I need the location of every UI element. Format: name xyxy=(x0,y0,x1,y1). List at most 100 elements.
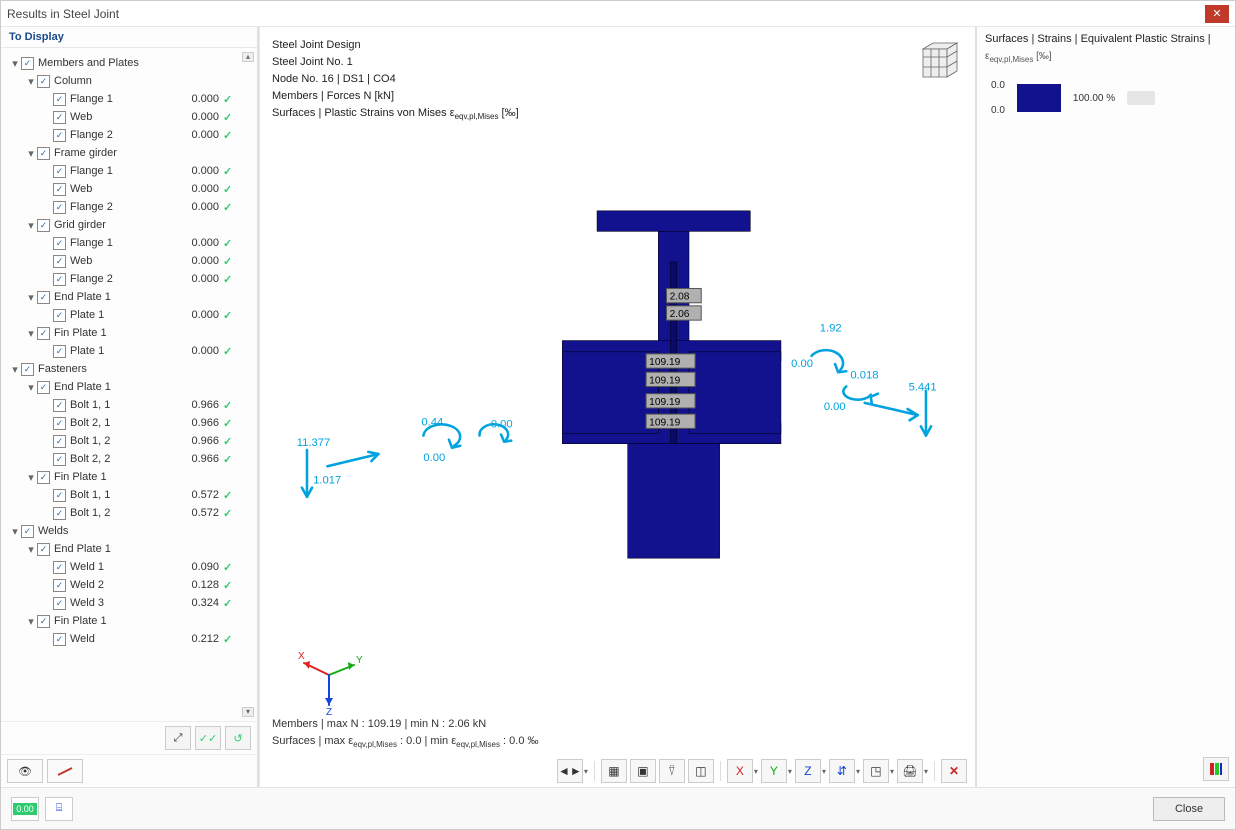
tree-row[interactable]: Web0.000✓ xyxy=(5,180,253,198)
checkbox[interactable] xyxy=(53,345,66,358)
twisty-icon[interactable]: ▾ xyxy=(25,381,37,394)
tree-row[interactable]: ▾Members and Plates xyxy=(5,54,253,72)
tb-view-menu[interactable]: ◄► xyxy=(557,759,583,783)
tree-row[interactable]: Bolt 2, 20.966✓ xyxy=(5,450,253,468)
checkbox[interactable] xyxy=(37,147,50,160)
tree-row[interactable]: Flange 10.000✓ xyxy=(5,234,253,252)
checkbox[interactable] xyxy=(21,363,34,376)
twisty-icon[interactable]: ▾ xyxy=(25,147,37,160)
tree-row[interactable]: Bolt 2, 10.966✓ xyxy=(5,414,253,432)
tree-row[interactable]: Web0.000✓ xyxy=(5,252,253,270)
tree-row[interactable]: Bolt 1, 10.966✓ xyxy=(5,396,253,414)
checkbox[interactable] xyxy=(37,219,50,232)
axes-gizmo-icon[interactable]: X Y Z xyxy=(294,647,364,717)
checkbox[interactable] xyxy=(21,57,34,70)
twisty-icon[interactable]: ▾ xyxy=(25,327,37,340)
checkbox[interactable] xyxy=(37,327,50,340)
checkbox[interactable] xyxy=(53,633,66,646)
tree-check-all-button[interactable]: ✓✓ xyxy=(195,726,221,750)
tab-display[interactable]: 👁 xyxy=(7,759,43,783)
tb-view-z[interactable]: Z xyxy=(795,759,821,783)
checkbox[interactable] xyxy=(53,417,66,430)
tree-expand-button[interactable]: ⤢ xyxy=(165,726,191,750)
checkbox[interactable] xyxy=(53,237,66,250)
tree-row[interactable]: ▾End Plate 1 xyxy=(5,378,253,396)
twisty-icon[interactable]: ▾ xyxy=(9,363,21,376)
checkbox[interactable] xyxy=(37,615,50,628)
checkbox[interactable] xyxy=(53,579,66,592)
tree-row[interactable]: ▾End Plate 1 xyxy=(5,540,253,558)
window-close-button[interactable]: ✕ xyxy=(1205,5,1229,23)
tb-reset[interactable]: ✕ xyxy=(941,759,967,783)
checkbox[interactable] xyxy=(21,525,34,538)
checkbox[interactable] xyxy=(37,471,50,484)
twisty-icon[interactable]: ▾ xyxy=(9,57,21,70)
checkbox[interactable] xyxy=(53,507,66,520)
tree-row[interactable]: ▾Fin Plate 1 xyxy=(5,468,253,486)
tree-row[interactable]: Weld 30.324✓ xyxy=(5,594,253,612)
tree-row[interactable]: Plate 10.000✓ xyxy=(5,342,253,360)
tree-row[interactable]: ▾Fin Plate 1 xyxy=(5,324,253,342)
checkbox[interactable] xyxy=(53,201,66,214)
scroll-down-icon[interactable]: ▾ xyxy=(242,707,254,717)
checkbox[interactable] xyxy=(53,111,66,124)
checkbox[interactable] xyxy=(53,489,66,502)
tree-row[interactable]: Flange 10.000✓ xyxy=(5,162,253,180)
tab-axes[interactable] xyxy=(47,759,83,783)
tree-row[interactable]: Bolt 1, 20.966✓ xyxy=(5,432,253,450)
tree-row[interactable]: Flange 10.000✓ xyxy=(5,90,253,108)
twisty-icon[interactable]: ▾ xyxy=(25,543,37,556)
checkbox[interactable] xyxy=(53,309,66,322)
checkbox[interactable] xyxy=(53,399,66,412)
tree-row[interactable]: ▾Welds xyxy=(5,522,253,540)
tb-print[interactable]: 🖨 xyxy=(897,759,923,783)
tree-row[interactable]: ▾Grid girder xyxy=(5,216,253,234)
tree-row[interactable]: Weld0.212✓ xyxy=(5,630,253,648)
checkbox[interactable] xyxy=(53,561,66,574)
tree-row[interactable]: Plate 10.000✓ xyxy=(5,306,253,324)
checkbox[interactable] xyxy=(37,381,50,394)
checkbox[interactable] xyxy=(53,129,66,142)
twisty-icon[interactable]: ▾ xyxy=(25,291,37,304)
tree-row[interactable]: Weld 10.090✓ xyxy=(5,558,253,576)
tree-row[interactable]: ▾Fin Plate 1 xyxy=(5,612,253,630)
twisty-icon[interactable]: ▾ xyxy=(9,525,21,538)
tree-uncheck-all-button[interactable]: ↺ xyxy=(225,726,251,750)
twisty-icon[interactable]: ▾ xyxy=(25,615,37,628)
checkbox[interactable] xyxy=(53,93,66,106)
checkbox[interactable] xyxy=(37,291,50,304)
tree-row[interactable]: ▾Frame girder xyxy=(5,144,253,162)
tree-row[interactable]: Bolt 1, 10.572✓ xyxy=(5,486,253,504)
checkbox[interactable] xyxy=(53,255,66,268)
tb-render-mode[interactable]: ◳ xyxy=(863,759,889,783)
tb-show-supports[interactable]: ▣ xyxy=(630,759,656,783)
checkbox[interactable] xyxy=(53,183,66,196)
viewport[interactable]: Steel Joint Design Steel Joint No. 1 Nod… xyxy=(259,27,977,787)
twisty-icon[interactable]: ▾ xyxy=(25,75,37,88)
tree-row[interactable]: Weld 20.128✓ xyxy=(5,576,253,594)
footer-units-button[interactable]: 0.00 xyxy=(11,797,39,821)
tb-view-y[interactable]: Y xyxy=(761,759,787,783)
checkbox[interactable] xyxy=(53,435,66,448)
tb-view-iso[interactable]: ⇵ xyxy=(829,759,855,783)
tree-row[interactable]: ▾Fasteners xyxy=(5,360,253,378)
tree[interactable]: ▴ ▾ ▾Members and Plates▾ColumnFlange 10.… xyxy=(1,48,257,721)
checkbox[interactable] xyxy=(37,543,50,556)
footer-model-button[interactable]: ⌸ xyxy=(45,797,73,821)
twisty-icon[interactable]: ▾ xyxy=(25,471,37,484)
tree-row[interactable]: ▾End Plate 1 xyxy=(5,288,253,306)
checkbox[interactable] xyxy=(53,453,66,466)
tree-row[interactable]: ▾Column xyxy=(5,72,253,90)
tree-row[interactable]: Web0.000✓ xyxy=(5,108,253,126)
tree-row[interactable]: Flange 20.000✓ xyxy=(5,270,253,288)
twisty-icon[interactable]: ▾ xyxy=(25,219,37,232)
close-button[interactable]: Close xyxy=(1153,797,1225,821)
checkbox[interactable] xyxy=(53,165,66,178)
tree-row[interactable]: Flange 20.000✓ xyxy=(5,198,253,216)
checkbox[interactable] xyxy=(53,273,66,286)
tb-show-loads[interactable]: ⍢ xyxy=(659,759,685,783)
tb-perspective[interactable]: ▦ xyxy=(601,759,627,783)
tb-show-results[interactable]: ◫ xyxy=(688,759,714,783)
tb-view-x[interactable]: X xyxy=(727,759,753,783)
tree-row[interactable]: Bolt 1, 20.572✓ xyxy=(5,504,253,522)
